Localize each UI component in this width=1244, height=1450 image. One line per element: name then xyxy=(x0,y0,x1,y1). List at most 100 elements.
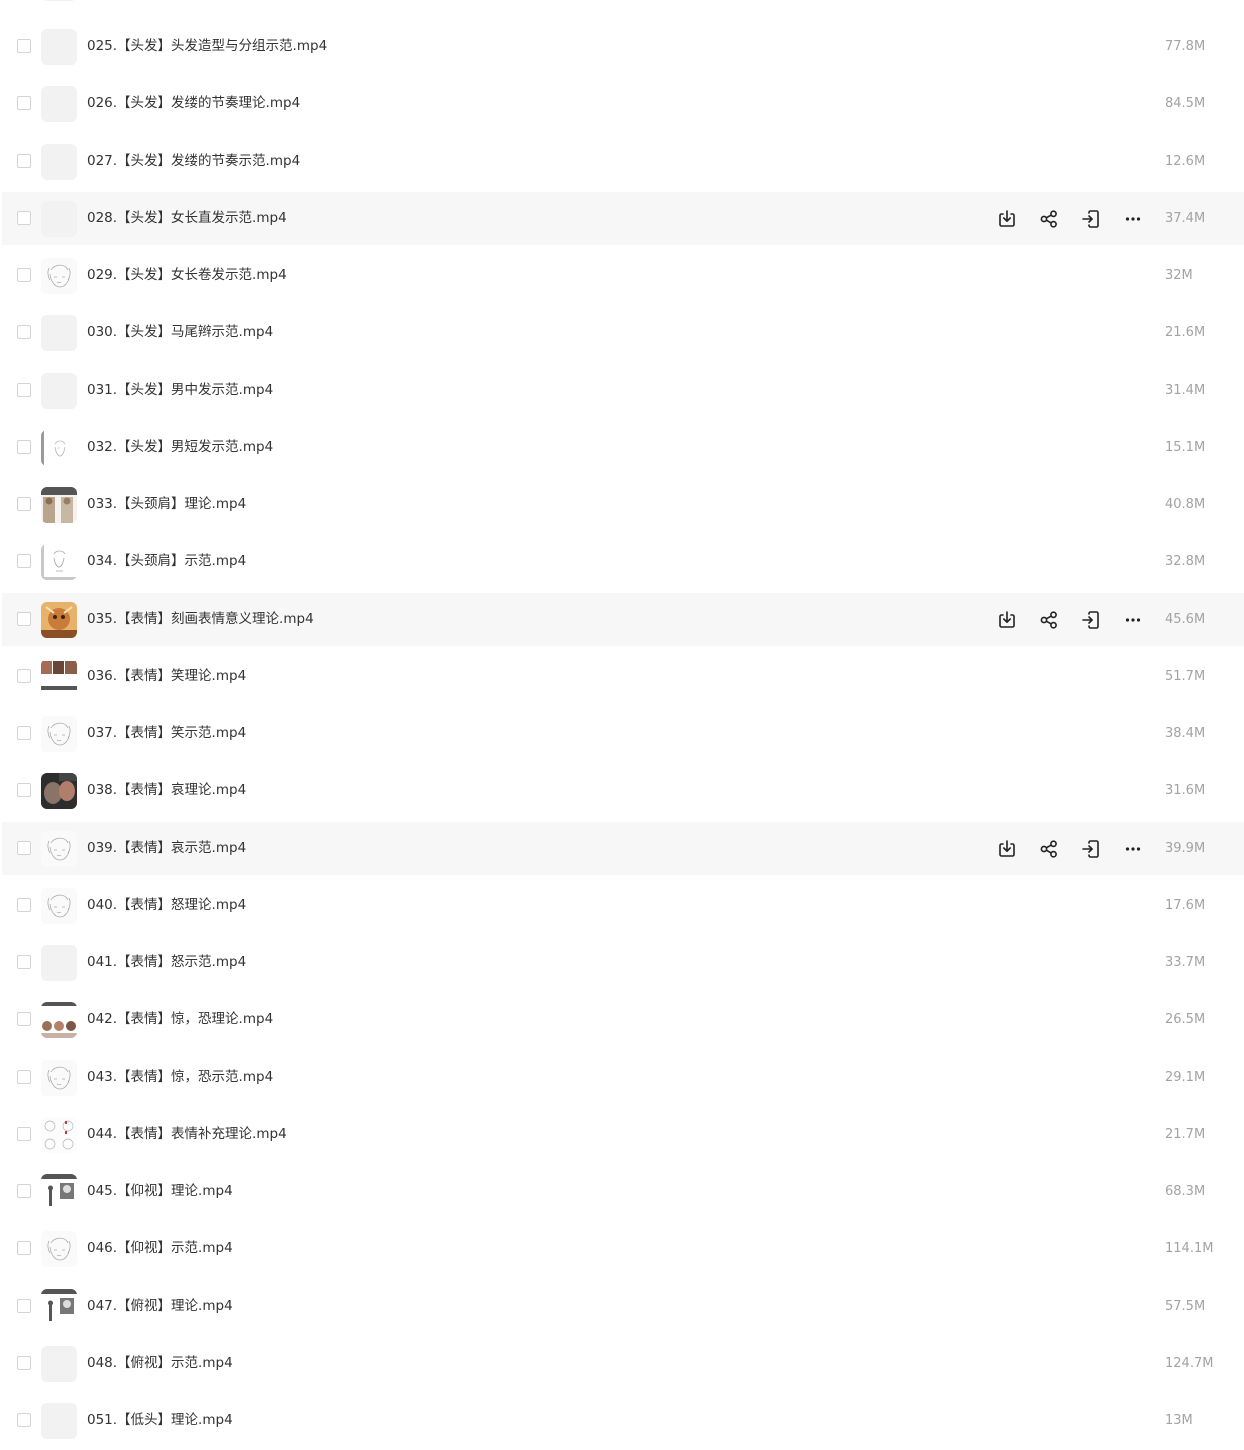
file-row[interactable]: 036.【表情】笑理论.mp4 51.7M xyxy=(2,650,1244,703)
file-name[interactable]: 047.【俯视】理论.mp4 xyxy=(87,1280,233,1333)
row-checkbox[interactable] xyxy=(17,1127,31,1141)
file-size: 45.6M xyxy=(1165,612,1206,627)
file-row[interactable]: 033.【头颈肩】理论.mp4 40.8M xyxy=(2,478,1244,531)
row-checkbox[interactable] xyxy=(17,783,31,797)
share-icon[interactable] xyxy=(1036,206,1062,232)
file-row[interactable]: 025.【头发】头发造型与分组示范.mp4 77.8M xyxy=(2,20,1244,73)
share-icon[interactable] xyxy=(1036,607,1062,633)
row-checkbox[interactable] xyxy=(17,1356,31,1370)
row-checkbox[interactable] xyxy=(17,1012,31,1026)
more-icon[interactable] xyxy=(1120,607,1146,633)
save-to-icon[interactable] xyxy=(1078,206,1104,232)
file-name[interactable]: 048.【俯视】示范.mp4 xyxy=(87,1337,233,1390)
row-checkbox[interactable] xyxy=(17,440,31,454)
file-name[interactable]: 034.【头颈肩】示范.mp4 xyxy=(87,535,246,588)
row-checkbox[interactable] xyxy=(17,898,31,912)
file-name[interactable]: 051.【低头】理论.mp4 xyxy=(87,1394,233,1447)
file-thumbnail xyxy=(41,86,77,122)
file-row[interactable]: 029.【头发】女长卷发示范.mp4 32M xyxy=(2,249,1244,302)
file-name[interactable]: 041.【表情】怒示范.mp4 xyxy=(87,936,246,989)
file-row[interactable]: 051.【低头】理论.mp4 13M xyxy=(2,1394,1244,1447)
file-name[interactable]: 025.【头发】头发造型与分组示范.mp4 xyxy=(87,20,327,73)
file-size: 32.8M xyxy=(1165,554,1206,569)
row-checkbox[interactable] xyxy=(17,96,31,110)
file-name[interactable]: 029.【头发】女长卷发示范.mp4 xyxy=(87,249,287,302)
row-checkbox[interactable] xyxy=(17,1184,31,1198)
file-row[interactable]: 026.【头发】发缕的节奏理论.mp4 84.5M xyxy=(2,77,1244,130)
file-name[interactable]: 031.【头发】男中发示范.mp4 xyxy=(87,364,273,417)
share-icon[interactable] xyxy=(1036,836,1062,862)
row-checkbox[interactable] xyxy=(17,841,31,855)
file-size: 57.5M xyxy=(1165,1299,1206,1314)
row-checkbox[interactable] xyxy=(17,1299,31,1313)
file-row[interactable]: 041.【表情】怒示范.mp4 33.7M xyxy=(2,936,1244,989)
download-icon[interactable] xyxy=(994,607,1020,633)
file-name[interactable]: 030.【头发】马尾辫示范.mp4 xyxy=(87,306,273,359)
row-checkbox[interactable] xyxy=(17,154,31,168)
file-size: 39.9M xyxy=(1165,841,1206,856)
file-size: 77.8M xyxy=(1165,39,1206,54)
file-size: 21.7M xyxy=(1165,1127,1206,1142)
row-checkbox[interactable] xyxy=(17,1413,31,1427)
row-checkbox[interactable] xyxy=(17,497,31,511)
file-row[interactable]: 048.【俯视】示范.mp4 124.7M xyxy=(2,1337,1244,1390)
more-icon[interactable] xyxy=(1120,836,1146,862)
file-name[interactable]: 035.【表情】刻画表情意义理论.mp4 xyxy=(87,593,314,646)
file-row[interactable]: 035.【表情】刻画表情意义理论.mp4 45.6M xyxy=(2,593,1244,646)
file-name[interactable]: 042.【表情】惊，恐理论.mp4 xyxy=(87,993,273,1046)
row-checkbox[interactable] xyxy=(17,669,31,683)
row-checkbox[interactable] xyxy=(17,1070,31,1084)
file-row[interactable]: 047.【俯视】理论.mp4 57.5M xyxy=(2,1280,1244,1333)
file-row[interactable]: 030.【头发】马尾辫示范.mp4 21.6M xyxy=(2,306,1244,359)
row-actions xyxy=(994,206,1144,232)
file-row[interactable]: 032.【头发】男短发示范.mp4 15.1M xyxy=(2,421,1244,474)
row-checkbox[interactable] xyxy=(17,955,31,969)
file-name[interactable]: 036.【表情】笑理论.mp4 xyxy=(87,650,246,703)
row-checkbox[interactable] xyxy=(17,1241,31,1255)
file-row[interactable]: 027.【头发】发缕的节奏示范.mp4 12.6M xyxy=(2,135,1244,188)
row-checkbox[interactable] xyxy=(17,39,31,53)
row-checkbox[interactable] xyxy=(17,612,31,626)
file-row[interactable]: 037.【表情】笑示范.mp4 38.4M xyxy=(2,707,1244,760)
download-icon[interactable] xyxy=(994,836,1020,862)
row-checkbox[interactable] xyxy=(17,383,31,397)
download-icon[interactable] xyxy=(994,206,1020,232)
file-row[interactable]: 043.【表情】惊，恐示范.mp4 29.1M xyxy=(2,1051,1244,1104)
file-name[interactable]: 037.【表情】笑示范.mp4 xyxy=(87,707,246,760)
file-row[interactable]: 034.【头颈肩】示范.mp4 32.8M xyxy=(2,535,1244,588)
file-row-partial-top[interactable] xyxy=(2,0,1244,9)
file-name[interactable]: 032.【头发】男短发示范.mp4 xyxy=(87,421,273,474)
file-name[interactable]: 038.【表情】哀理论.mp4 xyxy=(87,764,246,817)
row-checkbox[interactable] xyxy=(17,325,31,339)
file-size: 12.6M xyxy=(1165,154,1206,169)
file-row[interactable]: 042.【表情】惊，恐理论.mp4 26.5M xyxy=(2,993,1244,1046)
file-name[interactable]: 040.【表情】怒理论.mp4 xyxy=(87,879,246,932)
save-to-icon[interactable] xyxy=(1078,836,1104,862)
row-checkbox[interactable] xyxy=(17,554,31,568)
file-name[interactable]: 033.【头颈肩】理论.mp4 xyxy=(87,478,246,531)
file-row[interactable]: 039.【表情】哀示范.mp4 39.9M xyxy=(2,822,1244,875)
file-row[interactable]: 044.【表情】表情补充理论.mp4 21.7M xyxy=(2,1108,1244,1161)
file-row[interactable]: 031.【头发】男中发示范.mp4 31.4M xyxy=(2,364,1244,417)
file-row[interactable]: 040.【表情】怒理论.mp4 17.6M xyxy=(2,879,1244,932)
file-name[interactable]: 027.【头发】发缕的节奏示范.mp4 xyxy=(87,135,300,188)
file-name[interactable]: 044.【表情】表情补充理论.mp4 xyxy=(87,1108,287,1161)
file-name[interactable]: 028.【头发】女长直发示范.mp4 xyxy=(87,192,287,245)
file-thumbnail xyxy=(41,201,77,237)
file-name[interactable]: 026.【头发】发缕的节奏理论.mp4 xyxy=(87,77,300,130)
row-checkbox[interactable] xyxy=(17,268,31,282)
file-row[interactable]: 046.【仰视】示范.mp4 114.1M xyxy=(2,1222,1244,1275)
file-name[interactable]: 046.【仰视】示范.mp4 xyxy=(87,1222,233,1275)
row-checkbox[interactable] xyxy=(17,211,31,225)
file-name[interactable]: 045.【仰视】理论.mp4 xyxy=(87,1165,233,1218)
more-icon[interactable] xyxy=(1120,206,1146,232)
file-row[interactable]: 045.【仰视】理论.mp4 68.3M xyxy=(2,1165,1244,1218)
file-name[interactable]: 039.【表情】哀示范.mp4 xyxy=(87,822,246,875)
file-row[interactable]: 028.【头发】女长直发示范.mp4 37.4M xyxy=(2,192,1244,245)
file-row[interactable]: 038.【表情】哀理论.mp4 31.6M xyxy=(2,764,1244,817)
row-checkbox[interactable] xyxy=(17,726,31,740)
file-name[interactable]: 043.【表情】惊，恐示范.mp4 xyxy=(87,1051,273,1104)
file-size: 124.7M xyxy=(1165,1356,1214,1371)
save-to-icon[interactable] xyxy=(1078,607,1104,633)
file-size: 26.5M xyxy=(1165,1012,1206,1027)
